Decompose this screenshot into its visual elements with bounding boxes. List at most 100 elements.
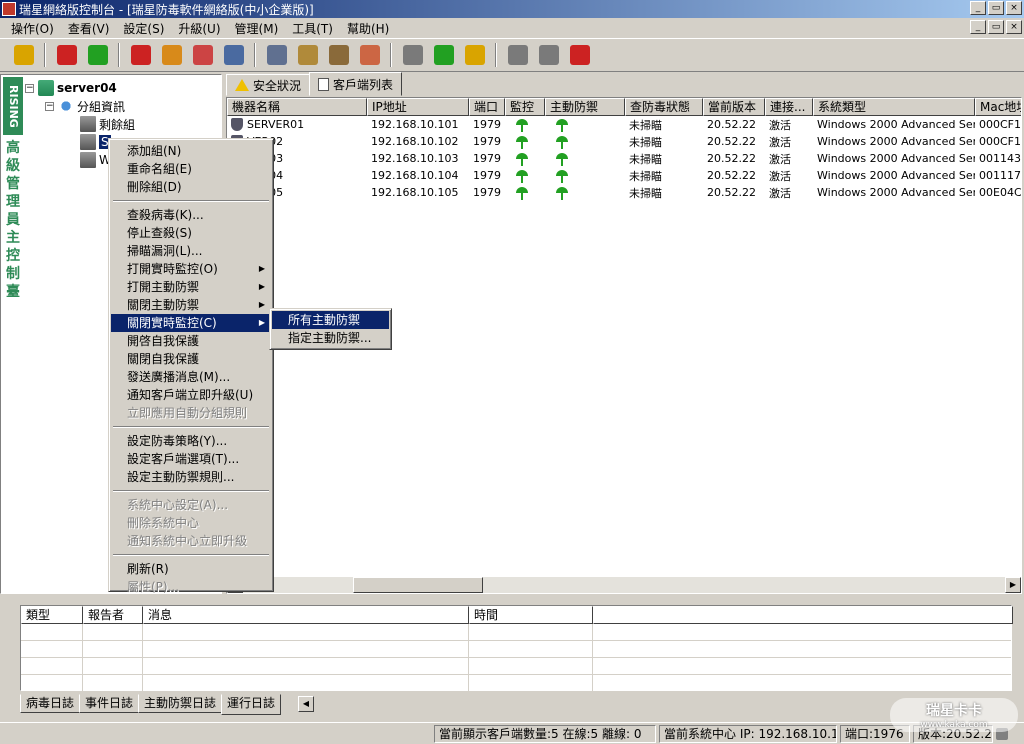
column-header[interactable]: 機器名稱: [227, 98, 367, 116]
log-cell: [83, 675, 143, 691]
context-menu-item[interactable]: 重命名組(E): [111, 160, 271, 178]
tree-node-s-group[interactable]: S: [80, 133, 111, 151]
log-column-filler: [593, 606, 1013, 624]
context-menu-item[interactable]: 發送廣播消息(M)...: [111, 368, 271, 386]
column-header[interactable]: 查防毒狀態: [625, 98, 703, 116]
context-menu-item[interactable]: 刪除組(D): [111, 178, 271, 196]
scroll-track[interactable]: [483, 577, 1005, 593]
watermark-brand: 瑞星卡卡: [926, 703, 982, 719]
log-tab-2[interactable]: 主動防禦日誌: [138, 694, 223, 713]
pane-splitter[interactable]: [0, 596, 1024, 600]
submenu-item[interactable]: 所有主動防禦: [272, 311, 389, 329]
log-column-header[interactable]: 消息: [143, 606, 469, 624]
log-pane: 類型 報告者 消息 時間: [20, 605, 1013, 692]
policy-button[interactable]: [325, 42, 352, 69]
stop-button[interactable]: [53, 42, 80, 69]
client-list-header: 機器名稱IP地址端口監控主動防禦查防毒狀態當前版本連接...系統類型Mac地址: [227, 98, 1021, 116]
context-menu-item[interactable]: 設定防毒策略(Y)...: [111, 432, 271, 450]
find-button[interactable]: [461, 42, 488, 69]
table-cell: Windows 2000 Advanced Server: [817, 152, 975, 165]
refresh-button[interactable]: [430, 42, 457, 69]
monitor-on-button[interactable]: [158, 42, 185, 69]
context-menu-item[interactable]: 設定客戶端選項(T)...: [111, 450, 271, 468]
tab-security-status[interactable]: 安全狀況: [226, 74, 311, 96]
context-menu-item[interactable]: 刷新(R): [111, 560, 271, 578]
table-row[interactable]: VER04192.168.10.1041979未掃瞄20.52.22激活Wind…: [227, 167, 1021, 184]
table-row[interactable]: VER05192.168.10.1051979未掃瞄20.52.22激活Wind…: [227, 184, 1021, 201]
log-column-header[interactable]: 報告者: [83, 606, 143, 624]
network-group-icon: [58, 98, 74, 114]
upgrade-button[interactable]: [84, 42, 111, 69]
submenu-item[interactable]: 指定主動防禦...: [272, 329, 389, 347]
minimize-button[interactable]: _: [970, 1, 986, 15]
context-menu-item[interactable]: 打開實時監控(O) ▶: [111, 260, 271, 278]
tree-node-w-group[interactable]: W: [80, 151, 111, 169]
restore-button[interactable]: ▭: [988, 1, 1004, 15]
warning-icon: [235, 79, 249, 91]
column-header[interactable]: 當前版本: [703, 98, 765, 116]
column-header[interactable]: 端口: [469, 98, 505, 116]
log-tab-scroll-button[interactable]: ◀: [298, 696, 314, 712]
column-header[interactable]: IP地址: [367, 98, 469, 116]
scroll-thumb[interactable]: [353, 577, 483, 593]
brand-char: 主: [6, 230, 20, 246]
column-header[interactable]: 連接...: [765, 98, 813, 116]
context-menu-item[interactable]: 開啓自我保護: [111, 332, 271, 350]
transfer-button[interactable]: [399, 42, 426, 69]
doc-restore-button[interactable]: ▭: [988, 20, 1004, 34]
tab-client-list[interactable]: 客戶端列表: [309, 72, 403, 96]
column-header[interactable]: 監控: [505, 98, 545, 116]
context-menu-item[interactable]: 關閉主動防禦 ▶: [111, 296, 271, 314]
deploy-button[interactable]: [504, 42, 531, 69]
column-header[interactable]: 系統類型: [813, 98, 975, 116]
collapse-toggle[interactable]: −: [25, 83, 34, 93]
context-menu-item[interactable]: 關閉實時監控(C) ▶: [111, 314, 271, 332]
log-tab-0[interactable]: 病毒日誌: [20, 694, 81, 713]
table-row[interactable]: VER02192.168.10.1021979未掃瞄20.52.22激活Wind…: [227, 133, 1021, 150]
log-tab-1[interactable]: 事件日誌: [79, 694, 140, 713]
fire-button[interactable]: [127, 42, 154, 69]
scan-button[interactable]: [10, 42, 37, 69]
tools-button[interactable]: [535, 42, 562, 69]
menu-tools[interactable]: 工具(T): [285, 20, 340, 37]
table-cell: 1979: [473, 152, 501, 165]
column-header[interactable]: 主動防禦: [545, 98, 625, 116]
menu-operate[interactable]: 操作(O): [4, 20, 61, 37]
table-row[interactable]: VER03192.168.10.1031979未掃瞄20.52.22激活Wind…: [227, 150, 1021, 167]
context-menu-item[interactable]: 掃瞄漏洞(L)...: [111, 242, 271, 260]
menu-upgrade[interactable]: 升級(U): [171, 20, 227, 37]
menu-manage[interactable]: 管理(M): [228, 20, 286, 37]
menu-help[interactable]: 幫助(H): [340, 20, 396, 37]
doc-minimize-button[interactable]: _: [970, 20, 986, 34]
horizontal-scrollbar[interactable]: ◀ ▶: [227, 577, 1021, 593]
context-menu-item[interactable]: 添加組(N): [111, 142, 271, 160]
context-menu-item[interactable]: 設定主動防禦規則...: [111, 468, 271, 486]
context-menu-item[interactable]: 查殺病毒(K)...: [111, 206, 271, 224]
close-button[interactable]: ×: [1006, 1, 1022, 15]
column-header[interactable]: Mac地址: [975, 98, 1021, 116]
tree-node-remaining-group[interactable]: 剩餘組: [80, 115, 135, 133]
log-column-header[interactable]: 時間: [469, 606, 593, 624]
scroll-right-button[interactable]: ▶: [1005, 577, 1021, 593]
context-menu-item[interactable]: 通知客戶端立即升級(U): [111, 386, 271, 404]
context-menu-item[interactable]: 停止查殺(S): [111, 224, 271, 242]
monitor-off-button[interactable]: [189, 42, 216, 69]
tree-node-group-info[interactable]: − 分組資訊: [45, 97, 125, 115]
log-tab-3[interactable]: 運行日誌: [221, 694, 282, 715]
menu-item-label: 添加組(N): [127, 144, 182, 158]
menu-settings[interactable]: 設定(S): [116, 20, 171, 37]
settings-button[interactable]: [294, 42, 321, 69]
menu-view[interactable]: 查看(V): [61, 20, 117, 37]
info-button[interactable]: [566, 42, 593, 69]
collapse-toggle[interactable]: −: [45, 101, 54, 111]
computer-button[interactable]: [263, 42, 290, 69]
log-column-header[interactable]: 類型: [21, 606, 83, 624]
context-menu-item[interactable]: 關閉自我保護: [111, 350, 271, 368]
network-button[interactable]: [220, 42, 247, 69]
toolbar-separator: [254, 43, 256, 67]
context-menu-item[interactable]: 打開主動防禦 ▶: [111, 278, 271, 296]
table-row[interactable]: SERVER01 192.168.10.101 1979 未掃瞄 20.52.22 激活 W…: [227, 116, 1021, 133]
tree-node-server04[interactable]: − server04: [25, 79, 117, 97]
report-button[interactable]: [356, 42, 383, 69]
doc-close-button[interactable]: ×: [1006, 20, 1022, 34]
